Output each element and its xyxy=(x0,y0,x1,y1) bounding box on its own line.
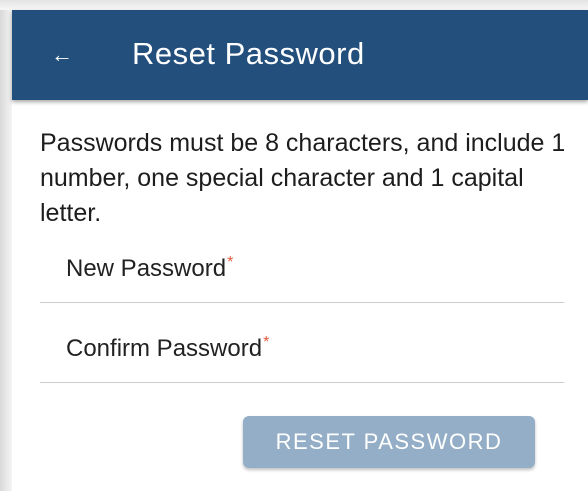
password-requirements-text: Passwords must be 8 characters, and incl… xyxy=(40,129,566,227)
new-password-label: New Password* xyxy=(66,254,233,284)
confirm-password-label: Confirm Password* xyxy=(66,334,269,364)
top-shadow xyxy=(0,0,588,10)
back-arrow-icon[interactable]: ← xyxy=(48,40,76,70)
new-password-field[interactable]: New Password* xyxy=(40,242,564,303)
app-bar: ← Reset Password xyxy=(12,10,588,100)
confirm-password-label-text: Confirm Password xyxy=(66,335,263,362)
confirm-password-field[interactable]: Confirm Password* xyxy=(40,322,564,383)
new-password-label-text: New Password xyxy=(66,255,227,282)
reset-password-button[interactable]: RESET PASSWORD xyxy=(243,416,535,468)
required-asterisk: * xyxy=(227,254,234,271)
required-asterisk: * xyxy=(263,334,270,351)
left-shadow xyxy=(0,0,12,491)
reset-password-screen: ← Reset Password Passwords must be 8 cha… xyxy=(0,0,588,491)
page-title: Reset Password xyxy=(132,36,365,71)
